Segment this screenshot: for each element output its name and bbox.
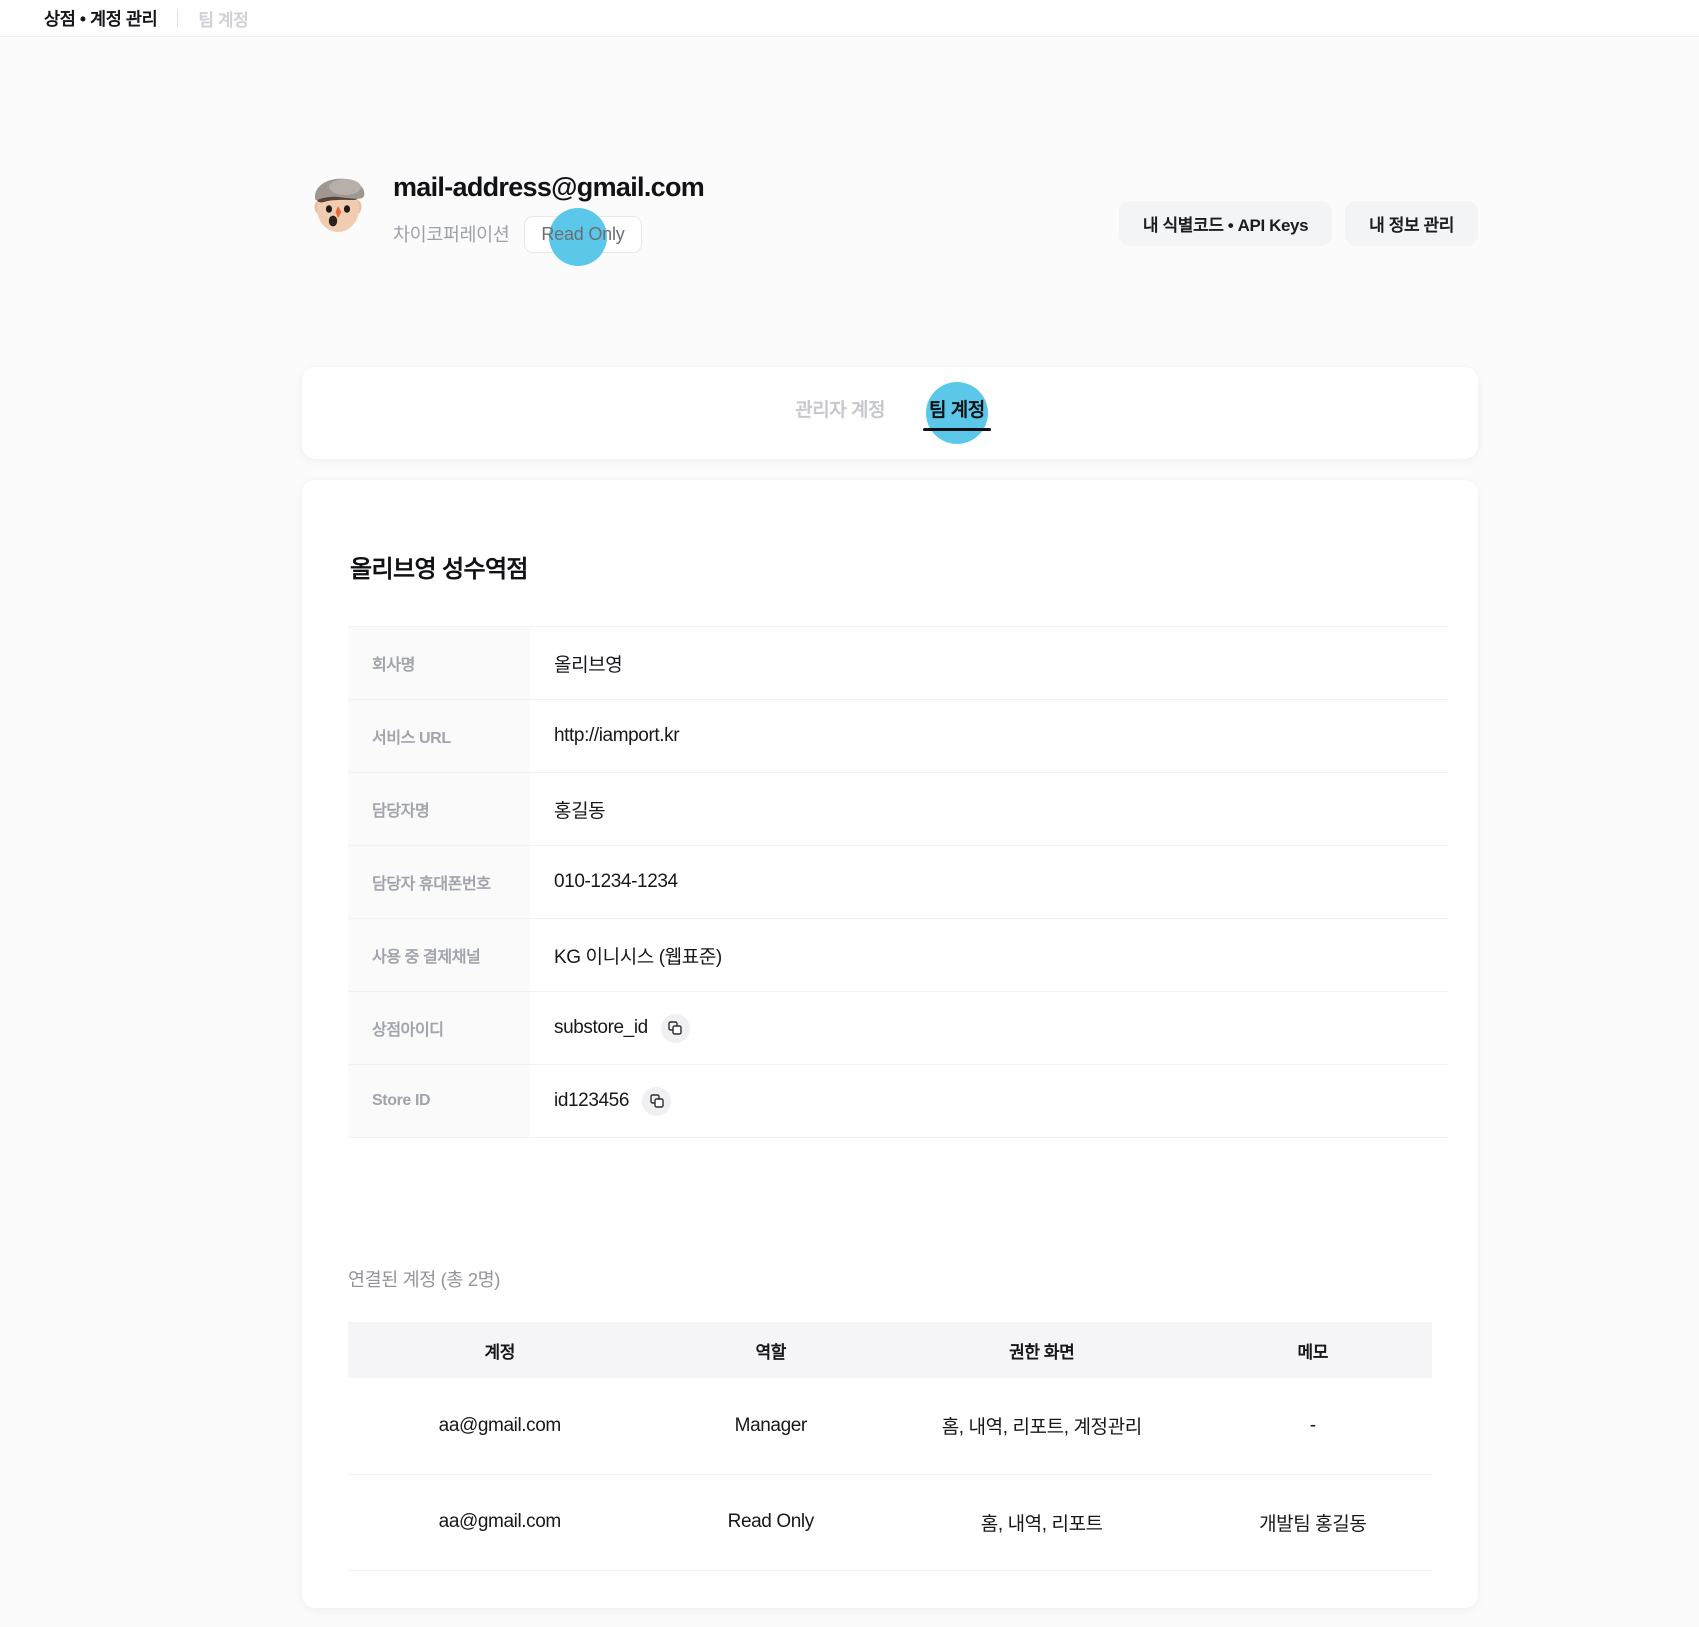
- breadcrumb-divider: [177, 9, 179, 27]
- info-value-text: 홍길동: [554, 800, 606, 822]
- table-row: 담당자 휴대폰번호 010-1234-1234: [348, 845, 1448, 919]
- profile-identity: mail-address@gmail.com 차이코퍼레이션 Read Only: [302, 165, 705, 266]
- table-row: 회사명 올리브영: [348, 626, 1448, 700]
- info-label-service-url: 서비스 URL: [348, 699, 530, 773]
- info-value-store-id: id123456: [530, 1065, 1448, 1138]
- info-value-company: 올리브영: [530, 627, 1448, 700]
- column-header-account: 계정: [484, 1342, 516, 1362]
- role-badge[interactable]: Read Only: [524, 207, 642, 266]
- cell-account: aa@gmail.com: [438, 1414, 562, 1436]
- column-header-screens: 권한 화면: [1009, 1342, 1075, 1362]
- table-row: 담당자명 홍길동: [348, 772, 1448, 846]
- profile-text-block: mail-address@gmail.com 차이코퍼레이션 Read Only: [393, 165, 705, 266]
- info-value-text: KG 이니시스 (웹표준): [554, 946, 722, 968]
- profile-company-name: 차이코퍼레이션: [393, 224, 510, 246]
- cell-account: aa@gmail.com: [438, 1511, 562, 1532]
- info-value-text: http://iamport.kr: [554, 725, 680, 746]
- info-value-manager-name: 홍길동: [530, 773, 1448, 846]
- info-value-text: substore_id: [554, 1017, 648, 1038]
- tab-admin-account[interactable]: 관리자 계정: [791, 395, 889, 431]
- my-info-button[interactable]: 내 정보 관리: [1345, 201, 1478, 246]
- table-row[interactable]: aa@gmail.com Manager 홈, 내역, 리포트, 계정관리 -: [348, 1378, 1432, 1474]
- tab-admin-account-label: 관리자 계정: [795, 400, 885, 421]
- api-keys-button[interactable]: 내 식별코드 • API Keys: [1118, 201, 1333, 246]
- info-value-text: 올리브영: [554, 654, 623, 676]
- info-label-manager-phone: 담당자 휴대폰번호: [348, 845, 530, 919]
- profile-action-buttons: 내 식별코드 • API Keys 내 정보 관리: [1118, 165, 1478, 246]
- table-row[interactable]: aa@gmail.com Read Only 홈, 내역, 리포트 개발팀 홍길…: [348, 1474, 1432, 1570]
- breadcrumb-bar: 상점 • 계정 관리 팀 계정: [0, 0, 1699, 37]
- table-row: 상점아이디 substore_id: [348, 991, 1448, 1065]
- profile-header: mail-address@gmail.com 차이코퍼레이션 Read Only…: [302, 165, 1478, 266]
- cell-role: Read Only: [727, 1511, 815, 1532]
- table-row: 사용 중 결제채널 KG 이니시스 (웹표준): [348, 918, 1448, 992]
- cell-screens: 홈, 내역, 리포트: [980, 1513, 1103, 1535]
- table-header-row: 계정 역할 권한 화면 메모: [348, 1322, 1432, 1378]
- info-value-service-url: http://iamport.kr: [530, 700, 1448, 773]
- linked-accounts-table: 계정 역할 권한 화면 메모 aa@gmail.com Manager 홈, 내…: [348, 1322, 1432, 1571]
- copy-icon-merchant-id[interactable]: [660, 1013, 690, 1043]
- tab-active-indicator: [922, 428, 991, 431]
- info-label-company: 회사명: [348, 626, 530, 700]
- table-row: 서비스 URL http://iamport.kr: [348, 699, 1448, 773]
- store-info-table: 회사명 올리브영 서비스 URL http://iamport.kr 담당자명 …: [348, 626, 1448, 1138]
- tab-bar-card: 관리자 계정 팀 계정: [302, 367, 1478, 459]
- cell-memo: 개발팀 홍길동: [1259, 1513, 1367, 1535]
- info-value-merchant-id: substore_id: [530, 992, 1448, 1065]
- info-value-text: id123456: [554, 1090, 629, 1111]
- info-label-store-id: Store ID: [348, 1064, 530, 1138]
- profile-email: mail-address@gmail.com: [393, 172, 705, 202]
- info-value-payment-channel: KG 이니시스 (웹표준): [530, 919, 1448, 992]
- info-value-text: 010-1234-1234: [554, 871, 678, 892]
- team-account-card: 올리브영 성수역점 회사명 올리브영 서비스 URL http://iampor…: [302, 480, 1478, 1608]
- tab-team-account-label: 팀 계정: [928, 400, 985, 421]
- cell-screens: 홈, 내역, 리포트, 계정관리: [941, 1417, 1142, 1439]
- role-badge-label: Read Only: [541, 223, 625, 244]
- cell-memo: -: [1309, 1414, 1316, 1436]
- store-title: 올리브영 성수역점: [350, 556, 529, 583]
- info-label-payment-channel: 사용 중 결제채널: [348, 918, 530, 992]
- info-label-merchant-id: 상점아이디: [348, 991, 530, 1065]
- info-value-manager-phone: 010-1234-1234: [530, 846, 1448, 919]
- person-with-cap-avatar: [302, 171, 374, 243]
- linked-accounts-caption: 연결된 계정 (총 2명): [348, 1269, 500, 1290]
- page-body: mail-address@gmail.com 차이코퍼레이션 Read Only…: [0, 37, 1699, 1627]
- table-row: Store ID id123456: [348, 1064, 1448, 1138]
- tab-team-account[interactable]: 팀 계정: [922, 382, 991, 444]
- breadcrumb-current[interactable]: 상점 • 계정 관리: [44, 6, 158, 31]
- profile-subline: 차이코퍼레이션 Read Only: [393, 207, 704, 266]
- cell-role: Manager: [734, 1414, 808, 1436]
- breadcrumb-sub[interactable]: 팀 계정: [198, 6, 248, 31]
- column-header-memo: 메모: [1297, 1342, 1329, 1362]
- info-label-manager-name: 담당자명: [348, 772, 530, 846]
- copy-icon-store-id[interactable]: [642, 1086, 671, 1116]
- column-header-role: 역할: [755, 1342, 787, 1362]
